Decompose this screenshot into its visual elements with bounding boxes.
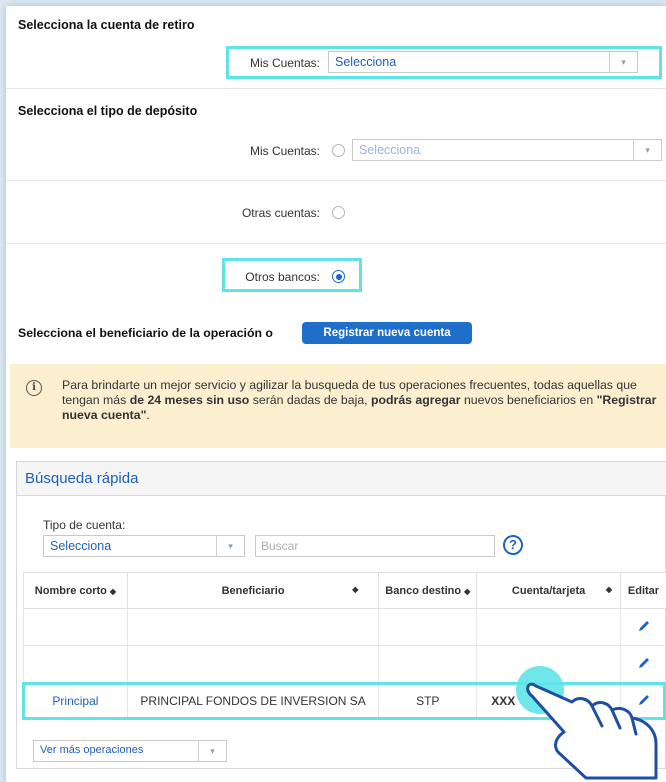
deposit-otros-bancos-radio[interactable]: [332, 270, 345, 283]
divider: [6, 88, 666, 89]
deposit-mis-cuentas-label: Mis Cuentas:: [249, 144, 320, 158]
chevron-down-icon: ▾: [198, 741, 226, 761]
account-type-select[interactable]: Selecciona ▾: [43, 535, 245, 557]
chevron-down-icon: ▾: [609, 52, 637, 72]
sort-icon: ◆: [352, 584, 359, 594]
quick-search-title: Búsqueda rápida: [25, 470, 139, 487]
notice-text: Para brindarte un mejor servicio y agili…: [62, 378, 657, 422]
account-type-label: Tipo de cuenta:: [43, 518, 126, 532]
column-header-account[interactable]: Cuenta/tarjeta ◆: [476, 572, 622, 609]
withdrawal-account-label: Mis Cuentas:: [249, 56, 320, 70]
sort-icon: ◆: [109, 586, 117, 596]
deposit-mis-cuentas-radio[interactable]: [332, 144, 345, 157]
table-header-row: Nombre corto ◆ Beneficiario ◆ Banco destin…: [23, 572, 666, 609]
withdrawal-section-title: Selecciona la cuenta de retiro: [18, 18, 195, 32]
chevron-down-icon: ▾: [633, 140, 661, 160]
help-icon[interactable]: ?: [503, 535, 523, 555]
register-new-account-button[interactable]: Registrar nueva cuenta: [302, 322, 472, 344]
deposit-mis-cuentas-select[interactable]: Selecciona ▾: [352, 139, 662, 161]
divider: [6, 243, 666, 244]
deposit-otros-bancos-label: Otros bancos:: [245, 270, 320, 284]
column-header-short-name[interactable]: Nombre corto ◆: [23, 572, 128, 609]
deposit-otras-cuentas-radio[interactable]: [332, 206, 345, 219]
column-header-beneficiary[interactable]: Beneficiario ◆: [126, 572, 380, 609]
more-operations-label: Ver más operaciones: [40, 744, 144, 756]
search-input[interactable]: Buscar: [255, 535, 495, 557]
column-header-bank[interactable]: Banco destino ◆: [378, 572, 478, 609]
beneficiary-section-title: Selecciona el beneficiario de la operaci…: [18, 326, 273, 340]
pointing-hand-icon: [516, 666, 658, 780]
more-operations-select[interactable]: Ver más operaciones ▾: [33, 740, 227, 762]
withdrawal-account-select[interactable]: Selecciona ▾: [328, 51, 638, 73]
withdrawal-account-value: Selecciona: [335, 55, 397, 69]
column-header-edit: Editar: [620, 572, 666, 609]
notice-box: i Para brindarte un mejor servicio y agi…: [10, 364, 666, 448]
info-icon: i: [26, 380, 42, 396]
account-type-value: Selecciona: [50, 539, 112, 553]
divider: [6, 180, 666, 181]
deposit-section-title: Selecciona el tipo de depósito: [18, 104, 198, 118]
deposit-otras-cuentas-label: Otras cuentas:: [241, 206, 320, 220]
sort-icon: ◆: [605, 584, 613, 594]
deposit-mis-cuentas-value: Selecciona: [359, 143, 421, 157]
sort-icon: ◆: [464, 586, 471, 596]
chevron-down-icon: ▾: [216, 536, 244, 556]
quick-search-header: Búsqueda rápida: [17, 462, 666, 496]
